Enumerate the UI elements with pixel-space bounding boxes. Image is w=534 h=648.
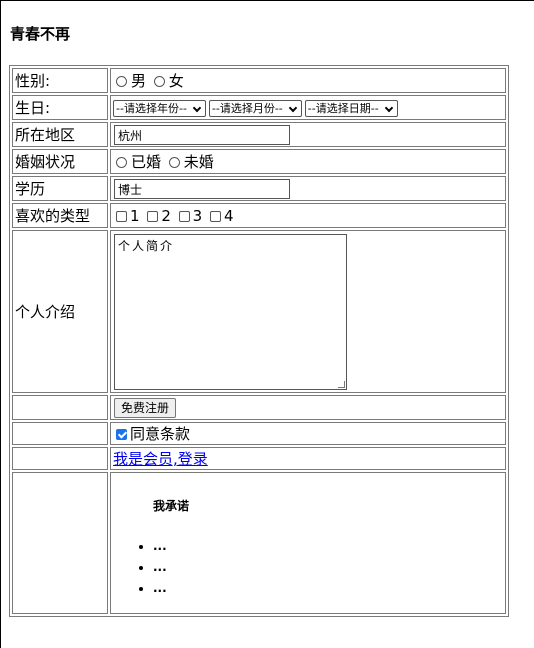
registration-table: 性别: 男 女 生日: --请选择年份-- --请选择月份-- --请选择日期-- … (9, 65, 509, 617)
married-radio[interactable] (116, 157, 127, 168)
agree-label: 同意条款 (130, 425, 191, 443)
gender-label: 性别: (12, 68, 108, 93)
types-row: 喜欢的类型 1 2 3 4 (12, 203, 506, 228)
birthday-row: 生日: --请选择年份-- --请选择月份-- --请选择日期-- (12, 95, 506, 120)
promise-list: ... ... ... (113, 536, 503, 599)
promise-heading: 我承诺 (153, 499, 190, 513)
intro-label: 个人介绍 (12, 230, 108, 393)
unmarried-label: 未婚 (183, 153, 214, 171)
register-row: 免费注册 (12, 395, 506, 420)
types-label: 喜欢的类型 (12, 203, 108, 228)
page-title: 青春不再 (10, 25, 71, 43)
list-item: ... (153, 536, 503, 557)
intro-textarea[interactable]: 个人简介 (114, 233, 347, 390)
education-input[interactable]: 博士 (114, 178, 290, 199)
login-link[interactable]: 我是会员,登录 (113, 450, 208, 468)
year-select[interactable]: --请选择年份-- (113, 99, 206, 117)
type-2-checkbox[interactable] (147, 210, 159, 222)
agree-row: 同意条款 (12, 422, 506, 445)
register-button[interactable]: 免费注册 (114, 397, 177, 418)
login-row: 我是会员,登录 (12, 447, 506, 470)
list-item: ... (153, 557, 503, 578)
marital-row: 婚姻状况 已婚 未婚 (12, 149, 506, 174)
month-select[interactable]: --请选择月份-- (208, 99, 302, 117)
list-item: ... (153, 578, 503, 599)
type-3-checkbox[interactable] (178, 210, 190, 222)
education-row: 学历 博士 (12, 176, 506, 201)
region-row: 所在地区 杭州 (12, 122, 506, 147)
agree-checkbox[interactable] (116, 429, 127, 440)
gender-row: 性别: 男 女 (12, 68, 506, 93)
type-4-checkbox[interactable] (209, 210, 221, 222)
region-label: 所在地区 (12, 122, 108, 147)
intro-row: 个人介绍 个人简介 (12, 230, 506, 393)
unmarried-radio[interactable] (168, 157, 180, 168)
gender-male-label: 男 (131, 72, 147, 90)
married-label: 已婚 (131, 153, 162, 171)
region-input[interactable]: 杭州 (114, 124, 290, 145)
type-3-label: 3 (192, 206, 203, 225)
gender-female-radio[interactable] (153, 76, 165, 87)
birthday-label: 生日: (12, 95, 108, 120)
gender-male-radio[interactable] (116, 76, 127, 87)
type-1-checkbox[interactable] (116, 210, 127, 222)
type-2-label: 2 (161, 206, 171, 225)
marital-label: 婚姻状况 (12, 149, 108, 174)
type-4-label: 4 (223, 206, 234, 225)
day-select[interactable]: --请选择日期-- (304, 99, 398, 117)
education-label: 学历 (12, 176, 108, 201)
gender-female-label: 女 (168, 72, 184, 90)
type-1-label: 1 (130, 206, 140, 225)
promise-row: 我承诺 ... ... ... (12, 472, 506, 614)
